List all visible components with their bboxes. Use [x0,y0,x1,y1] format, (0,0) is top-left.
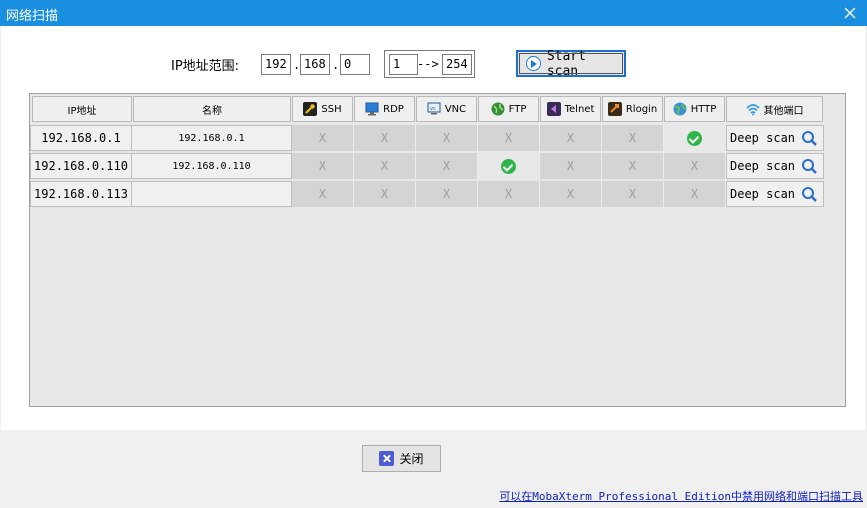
magnifier-icon [802,131,817,146]
ip-octet-1-input[interactable]: 192 [261,54,291,75]
telnet-icon [546,102,561,116]
row-1-telnet[interactable]: X [540,125,602,151]
window-close-button[interactable] [833,0,867,26]
row-1-rlogin[interactable]: X [602,125,664,151]
header-rdp[interactable]: RDP [354,96,415,122]
ip-range-group: 1 --> 254 [384,50,475,78]
close-button[interactable]: 关闭 [362,445,441,472]
header-other-ports[interactable]: 其他端口 [726,96,823,122]
row-3-rdp[interactable]: X [354,181,416,207]
row-2-deep-scan-button[interactable]: Deep scan [726,153,824,179]
row-2-ip[interactable]: 192.168.0.110 [30,153,132,179]
row-1-ftp[interactable]: X [478,125,540,151]
globe-icon [491,102,505,116]
earth-icon [673,102,687,116]
row-3-name[interactable] [131,181,292,207]
wifi-icon [745,104,760,116]
row-1-ssh[interactable]: X [292,125,354,151]
ip-octet-2-input[interactable]: 168 [300,54,330,75]
close-x-icon [379,451,395,466]
row-1-deep-scan-button[interactable]: Deep scan [726,125,824,151]
row-1-vnc[interactable]: X [416,125,478,151]
range-arrow: --> [417,57,439,71]
row-2-telnet[interactable]: X [540,153,602,179]
row-3-ip[interactable]: 192.168.0.113 [30,181,132,207]
row-1-http[interactable] [664,125,726,151]
ip-range-label: IP地址范围: [171,59,240,74]
row-3-vnc[interactable]: X [416,181,478,207]
row-3-ftp[interactable]: X [478,181,540,207]
title-bar: 网络扫描 [0,0,867,26]
close-icon [844,7,856,19]
row-3-deep-scan-button[interactable]: Deep scan [726,181,824,207]
header-ssh[interactable]: SSH [292,96,353,122]
row-1-ip[interactable]: 192.168.0.1 [30,125,132,151]
range-end-input[interactable]: 254 [442,54,472,75]
header-vnc[interactable]: vc VNC [416,96,477,122]
magnifier-icon [802,159,817,174]
professional-edition-link[interactable]: 可以在MobaXterm Professional Edition中禁用网络和端… [499,488,863,504]
row-2-rdp[interactable]: X [354,153,416,179]
rlogin-icon [607,102,622,116]
row-2-rlogin[interactable]: X [602,153,664,179]
row-3-rlogin[interactable]: X [602,181,664,207]
row-3-ssh[interactable]: X [292,181,354,207]
svg-text:vc: vc [430,106,436,112]
row-2-vnc[interactable]: X [416,153,478,179]
row-2-name[interactable]: 192.168.0.110 [131,153,292,179]
row-2-ftp[interactable] [478,153,540,179]
row-3-telnet[interactable]: X [540,181,602,207]
row-2-http[interactable]: X [664,153,726,179]
row-1-rdp[interactable]: X [354,125,416,151]
start-scan-label: Start scan [546,48,586,79]
scan-results-grid[interactable]: IP地址 名称 SSH RDP vc VNC FTP Telnet Rlogin… [29,93,846,407]
header-rlogin[interactable]: Rlogin [602,96,663,122]
vnc-screen-icon: vc [427,102,441,115]
header-ftp[interactable]: FTP [478,96,539,122]
magnifier-icon [802,187,817,202]
check-icon [501,158,516,174]
ip-octet-3-input[interactable]: 0 [340,54,370,75]
header-telnet[interactable]: Telnet [540,96,601,122]
window-title: 网络扫描 [6,9,59,24]
header-ip[interactable]: IP地址 [32,96,132,122]
range-start-input[interactable]: 1 [389,54,418,75]
start-scan-button[interactable]: Start scan [516,48,626,79]
play-icon [526,56,541,71]
monitor-icon [365,102,379,116]
check-icon [687,130,702,146]
row-3-http[interactable]: X [664,181,726,207]
row-2-ssh[interactable]: X [292,153,354,179]
header-name[interactable]: 名称 [133,96,291,122]
header-http[interactable]: HTTP [664,96,725,122]
key-icon [303,102,318,116]
row-1-name[interactable]: 192.168.0.1 [131,125,292,151]
